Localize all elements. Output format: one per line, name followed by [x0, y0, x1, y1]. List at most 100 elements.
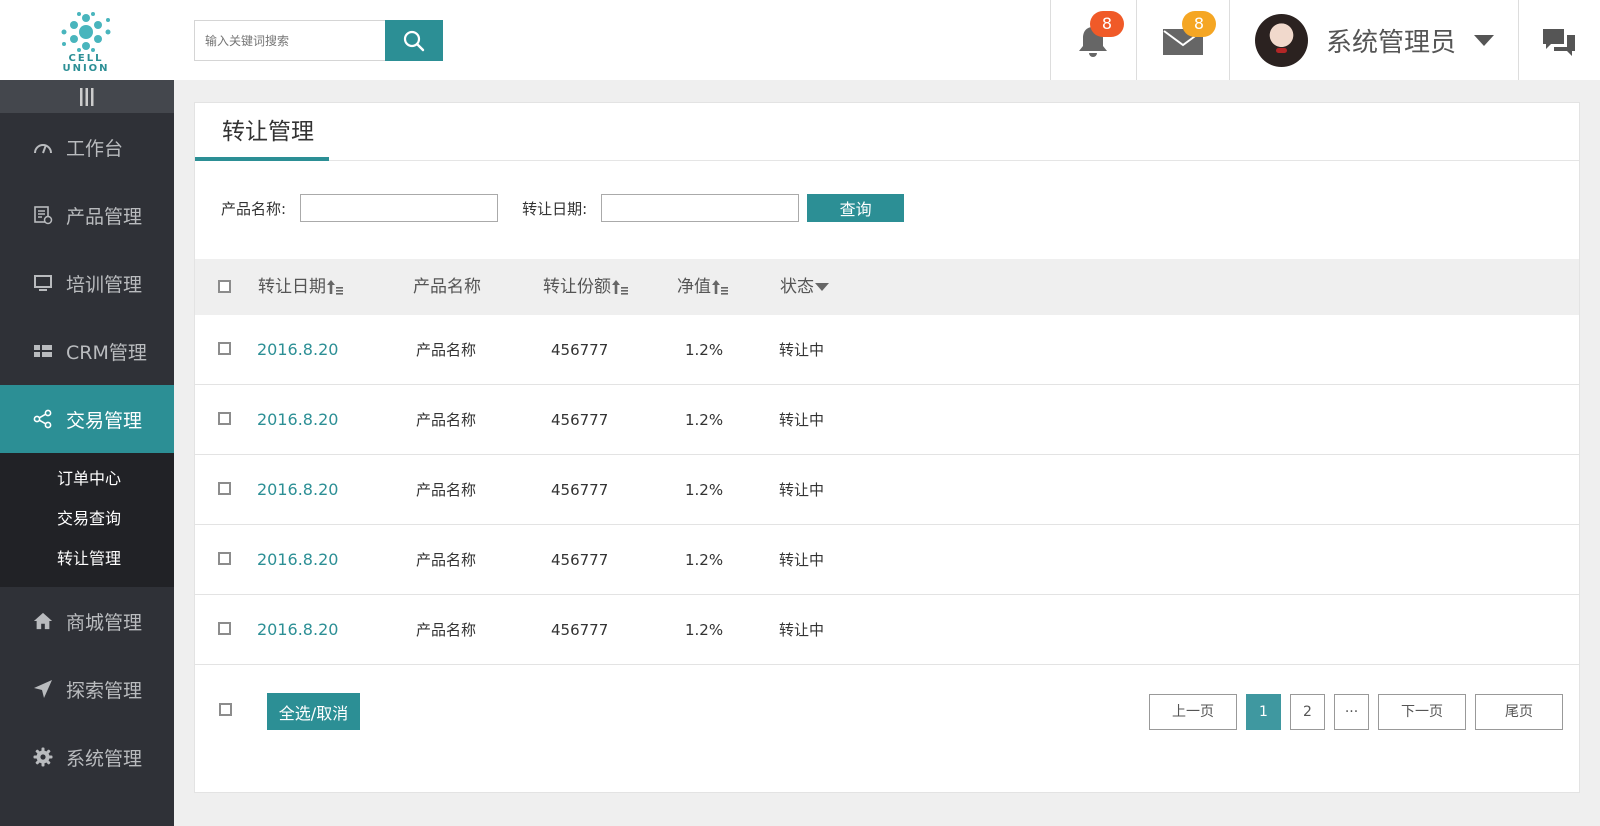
cell-transfer-share: 456777 [551, 551, 609, 569]
submenu-item-transfer[interactable]: 转让管理 [0, 539, 174, 579]
cell-transfer-date[interactable]: 2016.8.20 [257, 385, 338, 455]
cell-status: 转让中 [779, 621, 825, 639]
sidebar-item-label: 系统管理 [66, 747, 143, 770]
next-page-button[interactable]: 下一页 [1378, 694, 1466, 730]
cell-union-logo[interactable]: CELL UNION [56, 10, 116, 74]
submenu-item-trade-query[interactable]: 交易查询 [0, 499, 174, 539]
logo-hexagon-icon [61, 12, 111, 52]
cell-product-name: 产品名称 [416, 481, 477, 499]
divider [1229, 0, 1230, 80]
cell-net-value: 1.2% [685, 621, 724, 639]
caret-down-icon [815, 283, 829, 291]
row-checkbox[interactable] [218, 622, 231, 635]
sidebar-item-training[interactable]: 培训管理 [0, 249, 174, 317]
cell-status: 转让中 [779, 551, 825, 569]
query-button[interactable]: 查询 [807, 194, 905, 222]
sidebar-item-explore[interactable]: 探索管理 [0, 655, 174, 723]
column-status[interactable]: 状态 [780, 259, 829, 315]
messages-button[interactable]: 8 [1162, 11, 1216, 60]
table-row: 2016.8.20 产品名称 456777 1.2% 转让中 [195, 455, 1579, 525]
product-name-label: 产品名称: [221, 199, 287, 218]
column-product-name: 产品名称 [413, 277, 481, 297]
select-all-button[interactable]: 全选/取消 [267, 693, 360, 730]
row-checkbox[interactable] [218, 552, 231, 565]
home-icon [33, 611, 53, 631]
cell-product-name: 产品名称 [416, 551, 477, 569]
row-checkbox[interactable] [218, 412, 231, 425]
column-label: 净值 [677, 277, 711, 297]
column-net-value[interactable]: 净值 [677, 259, 728, 315]
last-page-button[interactable]: 尾页 [1475, 694, 1563, 730]
chevron-down-icon [1474, 34, 1495, 46]
sidebar-item-label: 培训管理 [66, 273, 143, 296]
cell-status: 转让中 [779, 341, 825, 359]
cell-transfer-date[interactable]: 2016.8.20 [257, 525, 338, 595]
page-1-button[interactable]: 1 [1246, 694, 1281, 730]
notification-badge: 8 [1090, 11, 1124, 37]
sidebar-toggle[interactable] [0, 80, 174, 113]
cell-product-name: 产品名称 [416, 411, 477, 429]
logo-text: CELL UNION [56, 54, 116, 74]
submenu-item-orders[interactable]: 订单中心 [0, 459, 174, 499]
sidebar-item-workbench[interactable]: 工作台 [0, 113, 174, 181]
sidebar-item-crm[interactable]: CRM管理 [0, 317, 174, 385]
sidebar-item-mall[interactable]: 商城管理 [0, 587, 174, 655]
row-checkbox[interactable] [218, 482, 231, 495]
table-row: 2016.8.20 产品名称 456777 1.2% 转让中 [195, 385, 1579, 455]
column-label: 转让日期 [258, 277, 326, 297]
prev-page-button[interactable]: 上一页 [1149, 694, 1237, 730]
select-all-checkbox[interactable] [219, 703, 232, 716]
sidebar-item-label: CRM管理 [66, 341, 147, 364]
transfer-panel: 转让管理 产品名称: 转让日期: 查询 转让日期 产品名称 转让份额 净值 状态… [194, 102, 1580, 793]
sidebar-item-product[interactable]: 产品管理 [0, 181, 174, 249]
sidebar-item-label: 商城管理 [66, 611, 143, 634]
logo-text-line-2: UNION [62, 63, 110, 74]
search-icon [403, 30, 425, 51]
sort-icon [327, 280, 343, 295]
sort-icon [612, 280, 628, 295]
product-name-input[interactable] [300, 194, 499, 222]
column-transfer-share[interactable]: 转让份额 [543, 259, 628, 315]
cell-status: 转让中 [779, 481, 825, 499]
trade-submenu: 订单中心 交易查询 转让管理 [0, 453, 174, 587]
sidebar-item-label: 探索管理 [66, 679, 143, 702]
notification-button[interactable]: 8 [1076, 11, 1124, 64]
search-input[interactable] [194, 20, 386, 61]
cell-net-value: 1.2% [685, 551, 724, 569]
search-button[interactable] [385, 20, 443, 61]
sidebar-item-system[interactable]: 系统管理 [0, 723, 174, 791]
header-checkbox[interactable] [218, 280, 231, 293]
gear-icon [33, 747, 53, 767]
sidebar-item-label: 交易管理 [66, 409, 143, 432]
user-name: 系统管理员 [1326, 27, 1457, 58]
cell-net-value: 1.2% [685, 341, 724, 359]
cell-status: 转让中 [779, 411, 825, 429]
column-transfer-date[interactable]: 转让日期 [258, 259, 343, 315]
sidebar-item-label: 工作台 [66, 137, 124, 160]
divider [1136, 0, 1137, 80]
monitor-icon [33, 273, 53, 293]
share-icon [33, 409, 53, 429]
cell-transfer-share: 456777 [551, 481, 609, 499]
product-list-icon [33, 205, 53, 225]
sort-icon [712, 280, 728, 295]
table-row: 2016.8.20 产品名称 456777 1.2% 转让中 [195, 315, 1579, 385]
column-label: 状态 [780, 277, 814, 297]
chat-button[interactable] [1542, 26, 1576, 64]
cell-product-name: 产品名称 [416, 621, 477, 639]
page-title: 转让管理 [195, 103, 329, 161]
sidebar-item-trade[interactable]: 交易管理 [0, 385, 174, 453]
user-menu[interactable]: 系统管理员 [1255, 12, 1495, 68]
cell-transfer-date[interactable]: 2016.8.20 [257, 455, 338, 525]
cell-transfer-date[interactable]: 2016.8.20 [257, 595, 338, 665]
divider [1050, 0, 1051, 80]
transfer-date-input[interactable] [601, 194, 800, 222]
cell-transfer-share: 456777 [551, 411, 609, 429]
page-2-button[interactable]: 2 [1290, 694, 1325, 730]
cell-net-value: 1.2% [685, 481, 724, 499]
column-label: 转让份额 [543, 277, 611, 297]
transfer-date-label: 转让日期: [522, 199, 588, 218]
cell-transfer-date[interactable]: 2016.8.20 [257, 315, 338, 385]
sidebar-item-label: 产品管理 [66, 205, 143, 228]
row-checkbox[interactable] [218, 342, 231, 355]
